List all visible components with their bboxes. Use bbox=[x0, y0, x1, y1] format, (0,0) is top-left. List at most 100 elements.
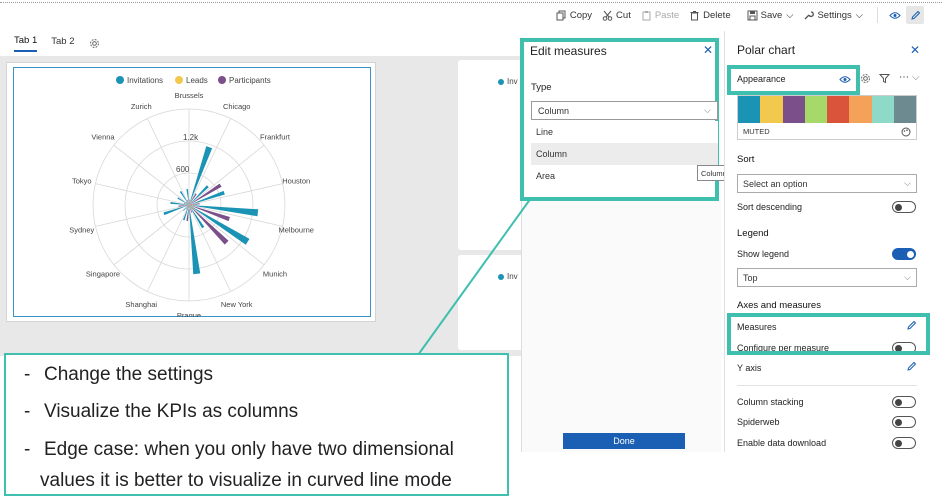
chevron-down-icon: ⌵ bbox=[904, 272, 911, 282]
color-palette[interactable]: MUTED bbox=[737, 95, 917, 140]
view-edit-toggle bbox=[886, 6, 924, 24]
close-icon[interactable]: ✕ bbox=[910, 43, 920, 57]
pencil-icon[interactable] bbox=[906, 361, 917, 372]
callout-text-3-cont: values it is better to visualize in curv… bbox=[40, 470, 452, 491]
legend-dot bbox=[498, 273, 504, 280]
palette-swatch[interactable] bbox=[827, 96, 850, 123]
polar-chart: Invitations Leads Participants Brussels C… bbox=[69, 76, 314, 317]
palette-swatch[interactable] bbox=[760, 96, 783, 123]
category-label: Sydney bbox=[69, 225, 94, 234]
legend-dot bbox=[498, 78, 504, 85]
tab-1[interactable]: Tab 1 bbox=[14, 35, 38, 52]
settings-button[interactable]: Settings ⌵ bbox=[803, 10, 863, 21]
bullet-dash: - bbox=[24, 401, 31, 422]
edit-mode-button[interactable] bbox=[906, 6, 924, 24]
category-label: Brussels bbox=[175, 91, 204, 100]
palette-swatch[interactable] bbox=[871, 96, 894, 123]
edit-measures-title: Edit measures bbox=[530, 44, 607, 58]
category-label: Frankfurt bbox=[260, 132, 291, 141]
filter-icon[interactable] bbox=[879, 73, 890, 84]
legend-label-leads: Leads bbox=[186, 76, 208, 85]
appearance-highlight bbox=[727, 65, 860, 95]
close-icon[interactable]: ✕ bbox=[703, 43, 713, 57]
show-legend-toggle[interactable] bbox=[892, 248, 916, 260]
category-label: Prague bbox=[177, 311, 201, 317]
legend-label-invitations: Invitations bbox=[127, 76, 163, 85]
sort-descending-label: Sort descending bbox=[737, 202, 803, 212]
save-button[interactable]: Save ⌵ bbox=[747, 9, 794, 21]
legend-swatch-participants bbox=[218, 76, 226, 84]
legend-position-select[interactable]: Top ⌵ bbox=[737, 268, 917, 287]
legend-swatch-leads bbox=[175, 76, 183, 84]
option-column[interactable]: Column bbox=[531, 143, 718, 165]
palette-icon[interactable] bbox=[901, 127, 911, 137]
option-area[interactable]: Area bbox=[531, 165, 696, 187]
category-label: Zurich bbox=[131, 102, 152, 111]
cut-label: Cut bbox=[616, 9, 631, 21]
bullet-dash: - bbox=[24, 364, 31, 385]
chart-card-3[interactable]: Inv bbox=[458, 255, 528, 350]
scissors-icon bbox=[602, 10, 613, 21]
tab-2[interactable]: Tab 2 bbox=[51, 36, 74, 51]
cut-button[interactable]: Cut bbox=[602, 10, 631, 21]
save-icon bbox=[747, 10, 758, 20]
chevron-down-icon[interactable]: ⌵ bbox=[912, 72, 920, 83]
category-label: Vienna bbox=[91, 132, 115, 141]
legend-item: Inv bbox=[498, 272, 518, 281]
tick-label: 1.2k bbox=[183, 133, 199, 142]
eye-icon bbox=[889, 11, 901, 19]
show-legend-label: Show legend bbox=[737, 249, 790, 259]
toggle-knob bbox=[895, 399, 902, 406]
delete-button[interactable]: Delete bbox=[689, 10, 731, 21]
callout-bullet-2: - Visualize the KPIs as columns bbox=[24, 401, 298, 423]
category-label: Melbourne bbox=[279, 225, 314, 234]
legend-label: Inv bbox=[507, 272, 518, 281]
column-stacking-toggle[interactable] bbox=[892, 396, 916, 408]
palette-swatch[interactable] bbox=[893, 96, 916, 123]
category-label: New York bbox=[221, 300, 253, 309]
top-dotted-border bbox=[0, 2, 942, 3]
legend-label-participants: Participants bbox=[229, 76, 271, 85]
trash-icon bbox=[690, 10, 699, 20]
sort-descending-toggle[interactable] bbox=[892, 201, 916, 213]
spiderweb-toggle[interactable] bbox=[892, 416, 916, 428]
measures-highlight bbox=[727, 313, 930, 355]
more-icon[interactable]: ⋯ bbox=[899, 72, 909, 83]
callout-bullet-3: - Edge case: when you only have two dimen… bbox=[24, 439, 454, 461]
palette-swatch[interactable] bbox=[849, 96, 872, 123]
option-line[interactable]: Line bbox=[531, 121, 718, 143]
gear-icon[interactable] bbox=[860, 73, 871, 84]
pencil-icon bbox=[910, 10, 920, 20]
legend-item: Inv bbox=[498, 77, 518, 86]
palette-swatch[interactable] bbox=[782, 96, 805, 123]
paste-icon bbox=[642, 10, 651, 20]
copy-icon bbox=[556, 10, 566, 20]
toggle-knob bbox=[895, 204, 902, 211]
callout-text-2: Visualize the KPIs as columns bbox=[44, 401, 299, 422]
type-select[interactable]: Column ⌵ bbox=[531, 101, 718, 120]
pane-title: Polar chart bbox=[737, 43, 796, 57]
done-button[interactable]: Done bbox=[563, 433, 685, 449]
paste-button[interactable]: Paste bbox=[641, 10, 679, 21]
save-label: Save bbox=[760, 9, 783, 21]
chevron-down-icon: ⌵ bbox=[786, 9, 794, 21]
palette-swatch[interactable] bbox=[738, 96, 761, 123]
tick-label: 600 bbox=[176, 165, 190, 174]
palette-swatch[interactable] bbox=[804, 96, 827, 123]
palette-swatches bbox=[738, 96, 916, 123]
sort-select[interactable]: Select an option ⌵ bbox=[737, 174, 917, 193]
legend-heading: Legend bbox=[737, 228, 769, 239]
chevron-down-icon: ⌵ bbox=[904, 178, 911, 188]
legend-swatch-invitations bbox=[116, 76, 124, 84]
view-mode-button[interactable] bbox=[886, 6, 904, 24]
chart-card-2[interactable]: Inv bbox=[458, 60, 528, 250]
toggle-knob bbox=[895, 419, 902, 426]
copy-button[interactable]: Copy bbox=[556, 10, 592, 21]
toggle-knob bbox=[895, 440, 902, 447]
gear-icon[interactable] bbox=[89, 38, 100, 49]
type-label: Type bbox=[531, 82, 552, 93]
enable-download-toggle[interactable] bbox=[892, 437, 916, 449]
palette-footer: MUTED bbox=[738, 123, 916, 141]
legend-label: Inv bbox=[507, 77, 518, 86]
enable-download-label: Enable data download bbox=[737, 438, 827, 448]
